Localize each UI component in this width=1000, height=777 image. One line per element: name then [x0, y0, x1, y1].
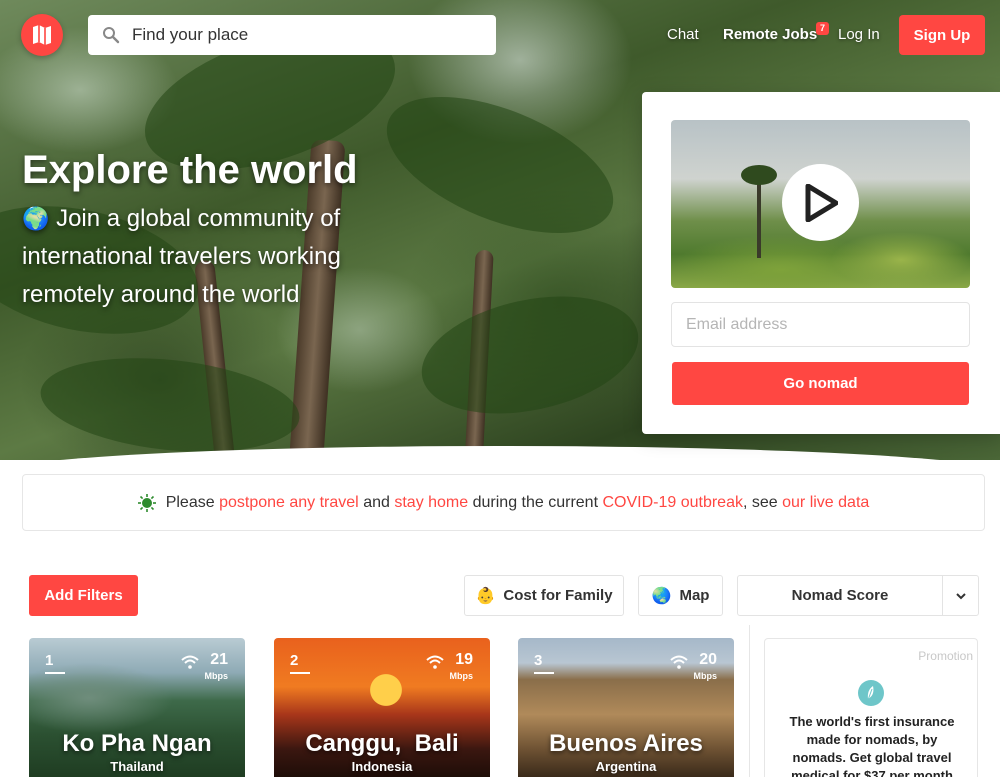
- feather-icon: [858, 680, 884, 706]
- banner-text-2: and: [363, 493, 390, 511]
- promotion-tag: Promotion: [918, 649, 973, 663]
- search-input[interactable]: Find your place: [88, 15, 496, 55]
- banner-text-3: during the current: [472, 493, 599, 511]
- postpone-travel-link[interactable]: postpone any travel: [219, 494, 359, 512]
- stay-home-link[interactable]: stay home: [394, 494, 468, 512]
- city-name: Ko Pha Ngan: [62, 730, 212, 757]
- signup-card: Go nomad: [642, 92, 1000, 434]
- logo[interactable]: [21, 14, 63, 56]
- globe-icon: 🌍: [22, 206, 50, 231]
- nav-chat-link[interactable]: Chat: [667, 26, 699, 43]
- covid-outbreak-link[interactable]: COVID-19 outbreak: [602, 494, 743, 512]
- sort-select[interactable]: Nomad Score: [737, 575, 943, 616]
- cost-for-family-label: Cost for Family: [503, 587, 613, 604]
- city-card[interactable]: 2 19 Mbps Canggu, Bali Indonesia: [274, 638, 490, 777]
- city-name: Buenos Aires: [549, 730, 703, 757]
- email-field[interactable]: [671, 302, 970, 347]
- city-card[interactable]: 3 20 Mbps Buenos Aires Argentina: [518, 638, 734, 777]
- cost-for-family-button[interactable]: 👶 Cost for Family: [464, 575, 624, 616]
- speed-unit: Mbps: [449, 671, 474, 681]
- nav-login-link[interactable]: Log In: [838, 26, 880, 43]
- banner-text-4: , see: [742, 493, 778, 511]
- speed-unit: Mbps: [204, 671, 229, 681]
- sort-dropdown-toggle[interactable]: [942, 575, 979, 616]
- hero-subtitle-text: Join a global community of international…: [22, 205, 341, 308]
- speed-unit: Mbps: [693, 671, 718, 681]
- add-filters-button[interactable]: Add Filters: [29, 575, 138, 616]
- city-country: Thailand: [110, 759, 164, 774]
- city-rank: 2: [290, 652, 299, 669]
- city-name: Canggu, Bali: [305, 730, 459, 757]
- play-icon[interactable]: [782, 164, 859, 241]
- baby-icon: 👶: [475, 587, 496, 605]
- search-placeholder: Find your place: [132, 25, 249, 44]
- nav-remote-jobs-link[interactable]: Remote Jobs: [723, 26, 817, 43]
- internet-speed: 19: [455, 651, 473, 668]
- search-icon: [100, 24, 122, 46]
- go-nomad-button[interactable]: Go nomad: [672, 362, 969, 405]
- intro-video[interactable]: [671, 120, 970, 288]
- city-rank: 3: [534, 652, 543, 669]
- covid-banner: Please postpone any travel and stay home…: [22, 474, 985, 531]
- internet-speed: 20: [699, 651, 717, 668]
- column-divider: [749, 625, 750, 777]
- wifi-icon: [181, 655, 199, 669]
- live-data-link[interactable]: our live data: [782, 494, 869, 512]
- virus-icon: [137, 493, 156, 512]
- chevron-down-icon: [955, 592, 966, 599]
- map-label: Map: [679, 587, 710, 604]
- promotion-text: The world's first insurance made for nom…: [789, 714, 955, 777]
- city-card[interactable]: 1 21 Mbps Ko Pha Ngan Thailand: [29, 638, 245, 777]
- hero-wave-divider: [0, 446, 1000, 460]
- hero-title: Explore the world: [22, 148, 358, 192]
- wifi-icon: [426, 655, 444, 669]
- sort-label: Nomad Score: [791, 587, 889, 604]
- map-button[interactable]: 🌏 Map: [638, 575, 723, 616]
- hero-subtitle: 🌍 Join a global community of internation…: [22, 200, 392, 314]
- banner-text-1: Please: [165, 493, 215, 511]
- city-country: Indonesia: [351, 759, 413, 774]
- city-rank: 1: [45, 652, 54, 669]
- globe-map-icon: 🌏: [651, 587, 672, 605]
- remote-jobs-badge: 7: [816, 22, 829, 35]
- internet-speed: 21: [210, 651, 228, 668]
- city-country: Argentina: [595, 759, 657, 774]
- wifi-icon: [670, 655, 688, 669]
- promotion-card[interactable]: Promotion The world's first insurance ma…: [764, 638, 978, 777]
- signup-button[interactable]: Sign Up: [899, 15, 985, 55]
- map-logo-icon: [33, 25, 51, 45]
